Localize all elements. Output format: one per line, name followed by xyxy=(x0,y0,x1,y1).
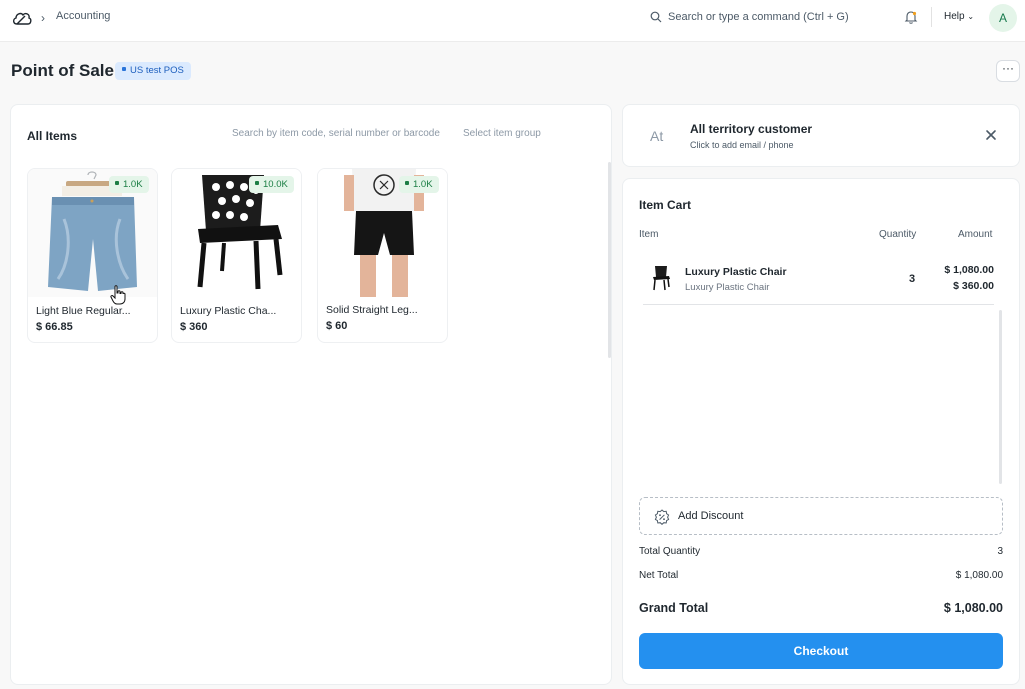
item-card[interactable]: 10.0K Luxury Plastic Cha... $ 360 xyxy=(171,168,302,343)
item-stock-badge: 1.0K xyxy=(399,176,439,193)
item-stock-qty: 1.0K xyxy=(413,179,433,190)
customer-contact-hint[interactable]: Click to add email / phone xyxy=(690,140,794,150)
search-icon xyxy=(650,11,662,23)
item-stock-badge: 10.0K xyxy=(249,176,294,193)
cart-item-amount: $ 1,080.00 xyxy=(944,264,994,276)
user-avatar[interactable]: A xyxy=(989,4,1017,32)
items-panel: All Items Search by item code, serial nu… xyxy=(10,104,612,685)
total-quantity-label: Total Quantity xyxy=(639,546,701,557)
item-group-select[interactable]: Select item group xyxy=(463,128,541,139)
help-label: Help xyxy=(944,11,965,22)
item-price: $ 60 xyxy=(326,320,348,332)
stock-dot-icon xyxy=(405,181,409,186)
hand-pointer-cursor-icon xyxy=(110,285,126,305)
cart-col-amount: Amount xyxy=(958,229,993,240)
checkout-button[interactable]: Checkout xyxy=(639,633,1003,669)
add-discount-label: Add Discount xyxy=(678,510,744,522)
more-actions-button[interactable]: ··· xyxy=(996,60,1020,82)
cart-item-qty: 3 xyxy=(909,273,916,285)
item-name: Luxury Plastic Cha... xyxy=(180,305,277,317)
item-stock-qty: 1.0K xyxy=(123,179,143,190)
total-quantity-value: 3 xyxy=(997,546,1003,557)
navbar-divider xyxy=(931,7,932,27)
cart-item-description: Luxury Plastic Chair xyxy=(685,282,770,293)
net-total-value: $ 1,080.00 xyxy=(955,570,1003,581)
pos-profile-badge: US test POS xyxy=(115,62,191,80)
global-search-input[interactable]: Search or type a command (Ctrl + G) xyxy=(648,9,898,27)
add-discount-button[interactable]: Add Discount xyxy=(639,497,1003,535)
item-stock-qty: 10.0K xyxy=(263,179,288,190)
customer-name[interactable]: All territory customer xyxy=(690,122,812,136)
cart-col-item: Item xyxy=(639,229,659,240)
chevron-down-icon: ⌄ xyxy=(967,12,975,21)
items-scrollbar[interactable] xyxy=(608,162,611,358)
net-total-label: Net Total xyxy=(639,570,679,581)
page-title: Point of Sale xyxy=(11,61,114,80)
item-stock-badge: 1.0K xyxy=(109,176,149,193)
stock-dot-icon xyxy=(255,181,259,186)
customer-avatar: At xyxy=(650,128,664,144)
navbar: › Accounting Search or type a command (C… xyxy=(0,0,1025,42)
item-price: $ 360 xyxy=(180,321,208,333)
item-name: Solid Straight Leg... xyxy=(326,304,418,316)
grand-total-value: $ 1,080.00 xyxy=(943,601,1003,615)
grand-total-label: Grand Total xyxy=(639,601,709,615)
breadcrumb-accounting[interactable]: Accounting xyxy=(56,10,110,22)
customer-panel[interactable]: At All territory customer Click to add e… xyxy=(622,104,1020,167)
global-search-placeholder: Search or type a command (Ctrl + G) xyxy=(668,11,849,23)
cart-title: Item Cart xyxy=(639,198,692,212)
cart-scrollbar[interactable] xyxy=(999,310,1002,484)
cart-col-quantity: Quantity xyxy=(879,229,917,240)
item-search-input[interactable]: Search by item code, serial number or ba… xyxy=(232,128,444,139)
item-card[interactable]: 1.0K Solid Straight Leg... $ 60 xyxy=(317,168,448,343)
breadcrumb-chevron-icon: › xyxy=(41,11,45,25)
cart-item-name: Luxury Plastic Chair xyxy=(685,266,787,278)
pos-profile-label: US test POS xyxy=(130,65,184,76)
close-icon[interactable] xyxy=(984,128,998,142)
cart-panel: Item Cart Item Quantity Amount Luxury Pl… xyxy=(622,178,1020,685)
stock-dot-icon xyxy=(115,181,119,186)
cart-item-image-chair xyxy=(653,266,670,291)
item-card[interactable]: 1.0K Light Blue Regular... $ 66.85 xyxy=(27,168,158,343)
app-logo-icon[interactable] xyxy=(11,9,33,27)
notification-bell-icon[interactable] xyxy=(903,9,919,25)
item-name: Light Blue Regular... xyxy=(36,305,131,317)
items-title: All Items xyxy=(27,129,78,143)
cart-item-row[interactable]: Luxury Plastic Chair Luxury Plastic Chai… xyxy=(643,255,994,305)
badge-dot-icon xyxy=(122,67,126,72)
cart-item-rate: $ 360.00 xyxy=(953,280,994,292)
discount-icon xyxy=(654,509,670,525)
help-dropdown[interactable]: Help ⌄ xyxy=(944,11,974,22)
item-price: $ 66.85 xyxy=(36,321,73,333)
